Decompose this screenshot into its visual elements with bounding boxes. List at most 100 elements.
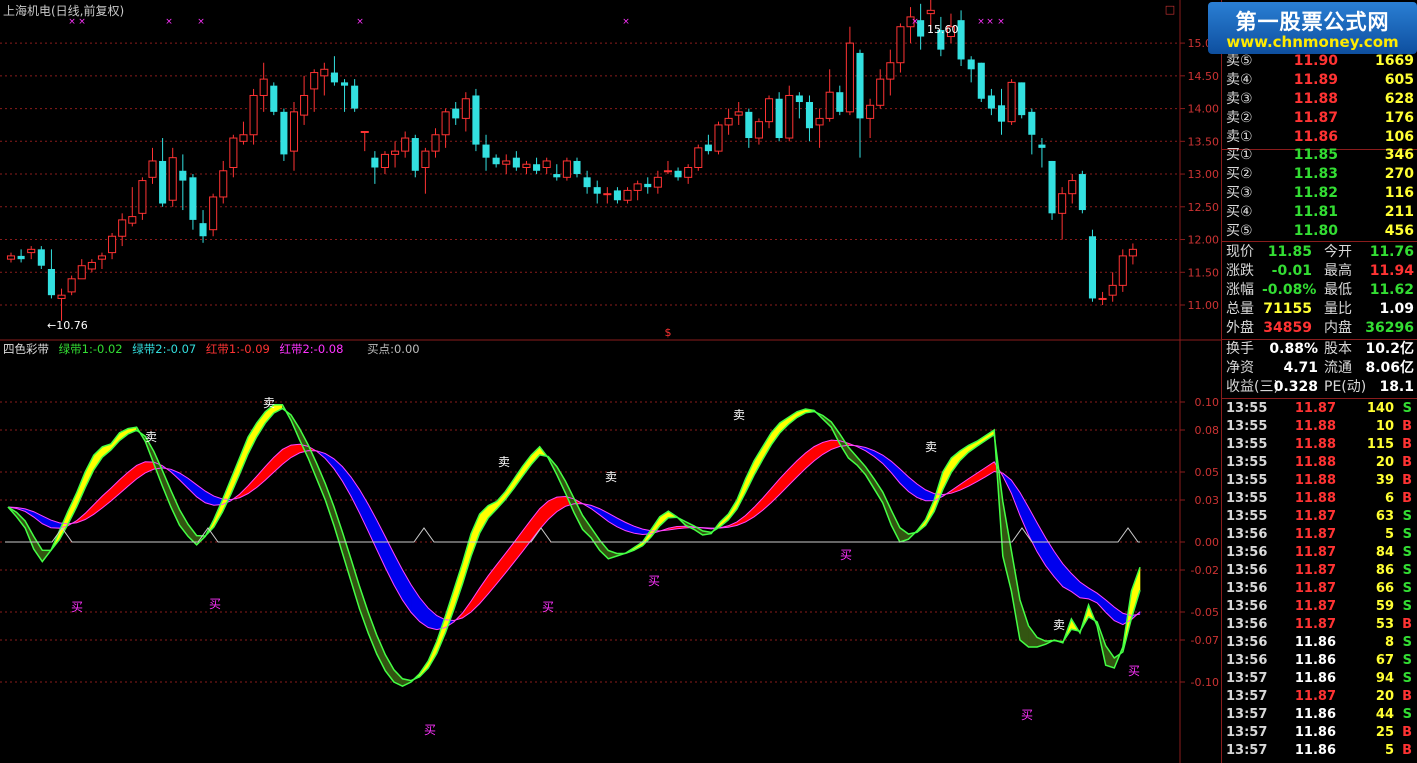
low-annotation: ←10.76 — [47, 319, 88, 332]
ask-volume: 628 — [1384, 91, 1414, 107]
tick-time: 13:55 — [1226, 401, 1268, 416]
price-tick-label: 11.50 — [1188, 266, 1220, 279]
price-tick-label: 13.50 — [1188, 135, 1220, 148]
bid-price: 11.83 — [1293, 166, 1338, 182]
candle-body — [219, 170, 228, 198]
tick-flag: B — [1402, 491, 1412, 506]
tick-price: 11.86 — [1294, 671, 1336, 686]
tick-time: 13:57 — [1226, 689, 1268, 704]
candle-body — [644, 183, 652, 188]
tick-row: 13:57 11.86 94 S — [1222, 670, 1416, 688]
sell-signal: 卖 — [925, 440, 937, 454]
cross-marker: × — [911, 17, 919, 27]
sell-signal: 卖 — [145, 430, 157, 444]
quote-value: 34859 — [1263, 320, 1312, 336]
ind-tick-label: 0.03 — [1195, 494, 1220, 507]
legend-buypoint: 买点:0.00 — [367, 342, 420, 356]
bid-volume: 346 — [1384, 147, 1414, 163]
candle-body — [37, 249, 45, 266]
stats-value: 18.1 — [1379, 379, 1414, 395]
tick-flag: S — [1402, 653, 1412, 668]
ask-row[interactable]: 卖④ 11.89 605 — [1222, 71, 1416, 90]
candle-body — [1048, 160, 1056, 214]
bid-row[interactable]: 买⑤ 11.80 456 — [1222, 222, 1416, 241]
bid-volume: 211 — [1384, 204, 1414, 220]
chart-area[interactable]: 15.00 14.50 14.00 13.50 13.00 12.50 12.00 11.50… — [0, 0, 1221, 763]
buy-signal: 买 — [209, 597, 221, 611]
stats-value: 0.328 — [1273, 379, 1318, 395]
ask-row[interactable]: 卖① 11.86 106 — [1222, 128, 1416, 147]
ask-label: 卖③ — [1226, 91, 1253, 107]
tick-price: 11.87 — [1294, 545, 1336, 560]
quote-row: 涨跌 -0.01 最高 11.94 — [1222, 262, 1416, 281]
quote-row: 总量 71155 量比 1.09 — [1222, 300, 1416, 319]
cross-marker: × — [986, 17, 994, 27]
candle-body — [411, 138, 419, 171]
candle-body — [1078, 174, 1086, 211]
candle-body — [845, 42, 854, 113]
tick-row: 13:55 11.87 140 S — [1222, 400, 1416, 418]
site-logo: 第一股票公式网 www.chnmoney.com — [1208, 2, 1417, 54]
ind-tick-label: -0.07 — [1191, 634, 1219, 647]
bid-row[interactable]: 买③ 11.82 116 — [1222, 184, 1416, 203]
candle-body — [815, 117, 824, 126]
candle-body — [977, 62, 985, 99]
candle-body — [502, 160, 511, 165]
candle-body — [67, 278, 76, 293]
tick-time: 13:56 — [1226, 635, 1268, 650]
candle-body — [663, 170, 673, 173]
ask-row[interactable]: 卖② 11.87 176 — [1222, 109, 1416, 128]
tick-time: 13:56 — [1226, 617, 1268, 632]
bid-price: 11.82 — [1293, 185, 1338, 201]
candle-body — [1028, 111, 1036, 135]
sell-signal: 卖 — [605, 470, 617, 484]
cross-marker: × — [356, 17, 364, 27]
ask-row[interactable]: 卖③ 11.88 628 — [1222, 90, 1416, 109]
candle-body — [239, 134, 248, 142]
price-tick-label: 12.50 — [1188, 201, 1220, 214]
quote-label: 今开 — [1324, 244, 1352, 260]
tick-volume: 6 — [1384, 491, 1394, 506]
tick-price: 11.86 — [1294, 743, 1336, 758]
bid-row[interactable]: 买① 11.85 346 — [1222, 146, 1416, 165]
candle-body — [351, 85, 359, 109]
logo-text: 第一股票公式网 — [1235, 10, 1390, 34]
bid-row[interactable]: 买④ 11.81 211 — [1222, 203, 1416, 222]
tick-volume: 5 — [1384, 527, 1394, 542]
tick-time: 13:55 — [1226, 437, 1268, 452]
ask-volume: 106 — [1384, 129, 1414, 145]
candle-body — [380, 153, 390, 168]
candle-body — [472, 95, 480, 145]
bid-row[interactable]: 买② 11.83 270 — [1222, 165, 1416, 184]
indicator-name: 四色彩带 — [3, 342, 49, 356]
candle-body — [734, 111, 743, 116]
candle-body — [128, 216, 137, 224]
quote-value: 71155 — [1263, 301, 1312, 317]
candle-body — [330, 72, 338, 83]
sell-signal: 卖 — [263, 396, 275, 410]
corner-marker: □ — [1165, 3, 1175, 16]
ask-row[interactable]: 卖⑤ 11.90 1669 — [1222, 52, 1416, 71]
candle-body — [148, 160, 157, 178]
bid-volume: 456 — [1384, 223, 1414, 239]
tick-row: 13:57 11.86 44 S — [1222, 706, 1416, 724]
chart-canvas[interactable]: 15.0014.5014.0013.5013.0012.5012.0011.50… — [0, 0, 1221, 763]
candle-body — [209, 196, 218, 231]
indicator-legend: 四色彩带 绿带1:-0.02 绿带2:-0.07 红带1:-0.09 红带2:-… — [3, 341, 426, 357]
quote-label: 涨幅 — [1226, 282, 1254, 298]
sell-signal: 卖 — [733, 408, 745, 422]
quote-label: 内盘 — [1324, 320, 1352, 336]
quote-label: 涨跌 — [1226, 263, 1254, 279]
price-tick-label: 11.00 — [1188, 299, 1220, 312]
tick-row: 13:56 11.87 84 S — [1222, 544, 1416, 562]
slow-band — [359, 488, 369, 532]
tick-flag: S — [1402, 707, 1412, 722]
tick-row: 13:56 11.87 86 S — [1222, 562, 1416, 580]
candle-body — [805, 102, 814, 129]
tick-price: 11.87 — [1294, 689, 1336, 704]
quote-row: 外盘 34859 内盘 36296 — [1222, 319, 1416, 338]
tick-price: 11.87 — [1294, 527, 1336, 542]
candle-body — [97, 255, 107, 260]
candle-body — [441, 111, 450, 136]
tick-volume: 44 — [1375, 707, 1394, 722]
